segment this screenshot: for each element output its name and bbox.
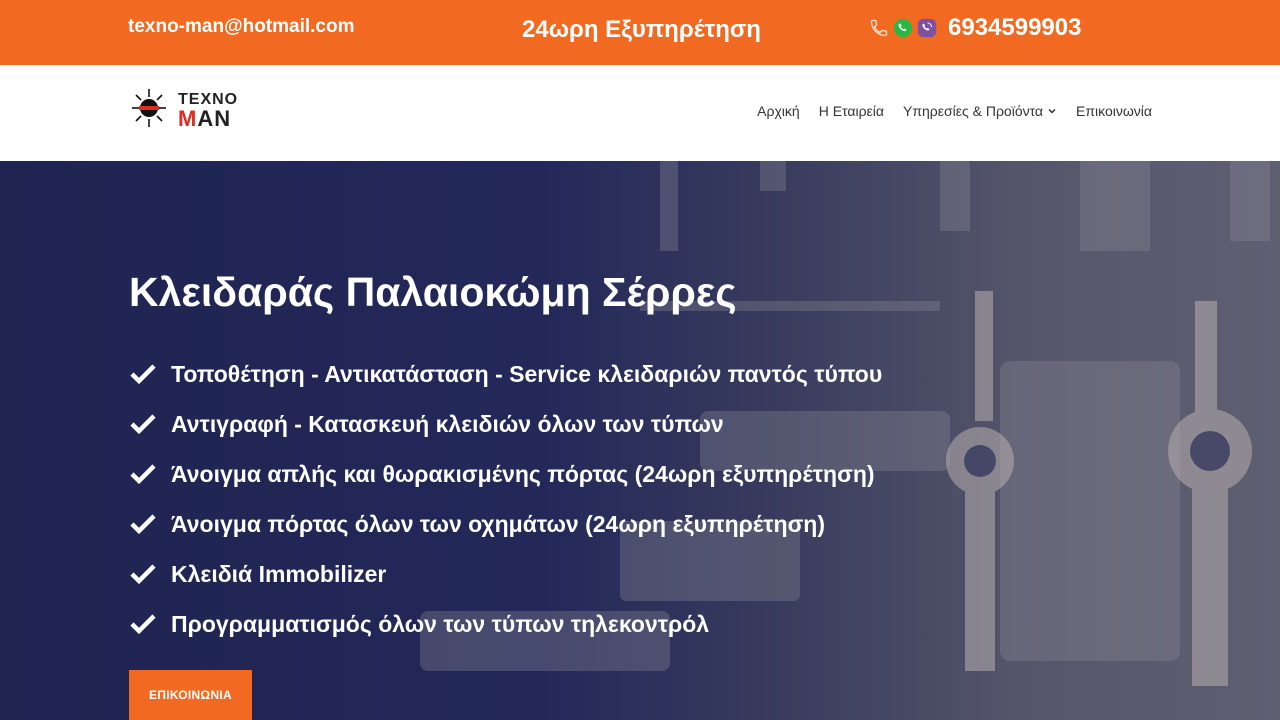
- list-item: Άνοιγμα απλής και θωρακισμένης πόρτας (2…: [129, 449, 882, 499]
- nav-item-home[interactable]: Αρχική: [757, 103, 800, 119]
- hero-title: Κλειδαράς Παλαιοκώμη Σέρρες: [129, 269, 737, 315]
- nav-item-contact[interactable]: Επικοινωνία: [1076, 103, 1152, 119]
- service-text: 24ωρη Εξυπηρέτηση: [522, 16, 761, 43]
- list-item: Αντιγραφή - Κατασκευή κλειδιών όλων των …: [129, 399, 882, 449]
- list-item: Τοποθέτηση - Αντικατάσταση - Service κλε…: [129, 349, 882, 399]
- feature-text: Άνοιγμα απλής και θωρακισμένης πόρτας (2…: [171, 460, 875, 487]
- nav-item-services-label: Υπηρεσίες & Προϊόντα: [903, 103, 1044, 119]
- check-icon: [129, 563, 157, 585]
- logo-gear-icon: [130, 87, 168, 134]
- feature-text: Τοποθέτηση - Αντικατάσταση - Service κλε…: [171, 360, 883, 387]
- feature-text: Προγραμματισμός όλων των τύπων τηλεκοντρ…: [171, 610, 710, 637]
- list-item: Προγραμματισμός όλων των τύπων τηλεκοντρ…: [129, 599, 882, 649]
- list-item: Άνοιγμα πόρτας όλων των οχημάτων (24ωρη …: [129, 499, 882, 549]
- viber-icon[interactable]: [916, 17, 938, 39]
- check-icon: [129, 513, 157, 535]
- list-item: Κλειδιά Immobilizer: [129, 549, 882, 599]
- check-icon: [129, 363, 157, 385]
- contact-group: 6934599903: [868, 14, 1081, 42]
- logo-line-2: MAN: [178, 105, 232, 131]
- feature-text: Κλειδιά Immobilizer: [171, 560, 387, 587]
- check-icon: [129, 613, 157, 635]
- logo-text: TEXNO MAN: [178, 91, 238, 131]
- nav-item-company[interactable]: Η Εταιρεία: [819, 103, 884, 119]
- top-bar: texno-man@hotmail.com 24ωρη Εξυπηρέτηση …: [0, 0, 1280, 65]
- feature-text: Άνοιγμα πόρτας όλων των οχημάτων (24ωρη …: [171, 510, 826, 537]
- email-link[interactable]: texno-man@hotmail.com: [128, 16, 355, 38]
- main-nav: Αρχική Η Εταιρεία Υπηρεσίες & Προϊόντα Ε…: [757, 103, 1152, 119]
- whatsapp-icon[interactable]: [892, 17, 914, 39]
- site-header: TEXNO MAN Αρχική Η Εταιρεία Υπηρεσίες & …: [0, 65, 1280, 161]
- phone-icon[interactable]: [868, 17, 890, 39]
- contact-button[interactable]: ΕΠΙΚΟΙΝΩΝΙΑ: [129, 670, 252, 720]
- chevron-down-icon: [1047, 106, 1057, 116]
- phone-number[interactable]: 6934599903: [948, 14, 1081, 42]
- feature-text: Αντιγραφή - Κατασκευή κλειδιών όλων των …: [171, 410, 724, 437]
- check-icon: [129, 463, 157, 485]
- hero-section: Κλειδαράς Παλαιοκώμη Σέρρες Τοποθέτηση -…: [0, 161, 1280, 720]
- check-icon: [129, 413, 157, 435]
- nav-item-services[interactable]: Υπηρεσίες & Προϊόντα: [903, 103, 1057, 119]
- feature-list: Τοποθέτηση - Αντικατάσταση - Service κλε…: [129, 349, 882, 649]
- site-logo[interactable]: TEXNO MAN: [130, 87, 238, 134]
